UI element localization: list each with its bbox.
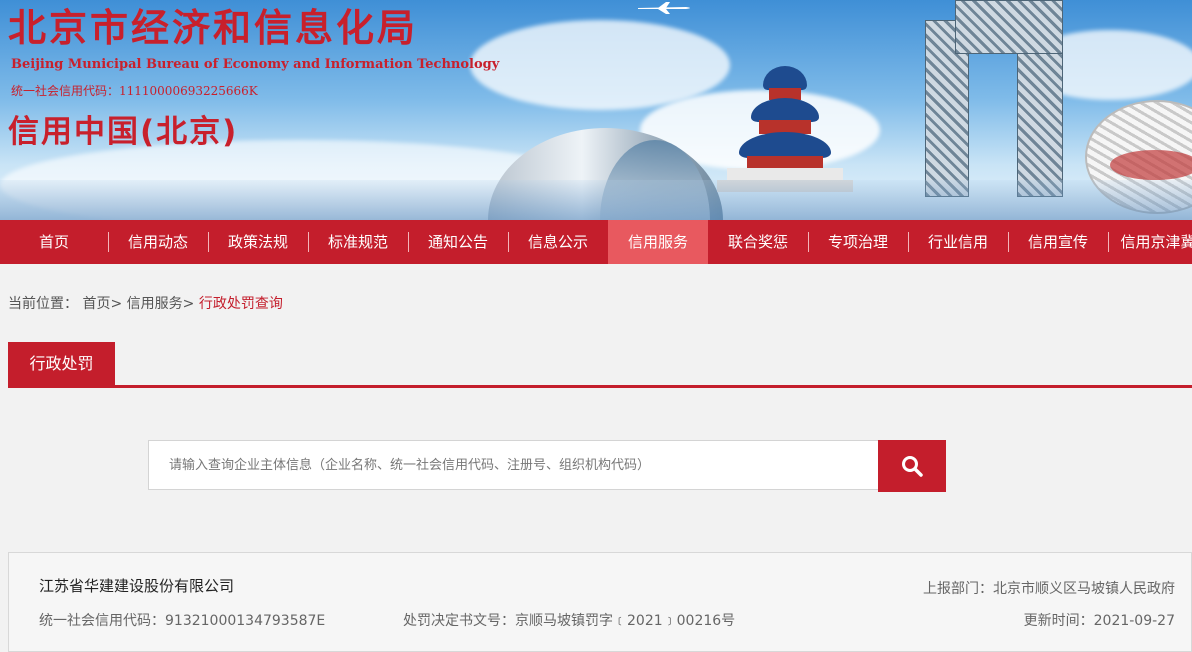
search-input[interactable] bbox=[148, 440, 878, 490]
result-company-name[interactable]: 江苏省华建建设股份有限公司 bbox=[39, 575, 234, 596]
main-nav: 首页 信用动态 政策法规 标准规范 通知公告 信息公示 信用服务 联合奖惩 专项… bbox=[0, 220, 1192, 264]
nav-item-special-governance[interactable]: 专项治理 bbox=[808, 220, 908, 264]
search-icon bbox=[902, 456, 923, 477]
breadcrumb-prefix: 当前位置： bbox=[8, 296, 78, 312]
site-title-cn: 北京市经济和信息化局 bbox=[8, 5, 419, 50]
banner-ground bbox=[0, 180, 1192, 220]
nav-item-policy[interactable]: 政策法规 bbox=[208, 220, 308, 264]
breadcrumb: 当前位置： 首页> 信用服务> 行政处罚查询 bbox=[8, 293, 283, 313]
section-divider bbox=[8, 385, 1192, 388]
nav-item-disclosure[interactable]: 信息公示 bbox=[508, 220, 608, 264]
result-card[interactable]: 江苏省华建建设股份有限公司 统一社会信用代码：91321000134793587… bbox=[8, 552, 1192, 652]
cctv-tower-image bbox=[925, 0, 1075, 200]
nav-item-jingjinji[interactable]: 信用京津冀 bbox=[1108, 220, 1192, 264]
header-credit-code: 统一社会信用代码：11110000693225666K bbox=[11, 84, 258, 98]
breadcrumb-section-link[interactable]: 信用服务 bbox=[127, 296, 183, 312]
nav-item-credit-service[interactable]: 信用服务 bbox=[608, 220, 708, 264]
nav-item-credit-publicity[interactable]: 信用宣传 bbox=[1008, 220, 1108, 264]
nav-item-industry-credit[interactable]: 行业信用 bbox=[908, 220, 1008, 264]
breadcrumb-current: 行政处罚查询 bbox=[198, 296, 283, 312]
birds-nest-interior bbox=[1110, 150, 1192, 180]
airplane-icon bbox=[638, 2, 690, 14]
section-tab-admin-penalty: 行政处罚 bbox=[8, 342, 115, 386]
nav-item-joint-rewards[interactable]: 联合奖惩 bbox=[708, 220, 808, 264]
breadcrumb-separator: > bbox=[110, 296, 123, 312]
nav-item-credit-news[interactable]: 信用动态 bbox=[108, 220, 208, 264]
nav-item-home[interactable]: 首页 bbox=[0, 220, 108, 264]
result-credit-code: 统一社会信用代码：91321000134793587E bbox=[39, 613, 326, 629]
breadcrumb-home-link[interactable]: 首页 bbox=[82, 296, 110, 312]
nav-item-standards[interactable]: 标准规范 bbox=[308, 220, 408, 264]
search-button[interactable] bbox=[878, 440, 946, 492]
site-logo-credit-china: 信用中国(北京) bbox=[8, 114, 239, 150]
site-title-en: Beijing Municipal Bureau of Economy and … bbox=[11, 57, 500, 72]
breadcrumb-separator: > bbox=[182, 296, 195, 312]
result-decision-number: 处罚决定书文号：京顺马坡镇罚字﹝2021﹞00216号 bbox=[403, 613, 736, 629]
result-update-time: 更新时间：2021-09-27 bbox=[1023, 613, 1175, 629]
result-report-department: 上报部门：北京市顺义区马坡镇人民政府 bbox=[923, 581, 1175, 597]
nav-item-notices[interactable]: 通知公告 bbox=[408, 220, 508, 264]
header-banner: 北京市经济和信息化局 Beijing Municipal Bureau of E… bbox=[0, 0, 1192, 220]
